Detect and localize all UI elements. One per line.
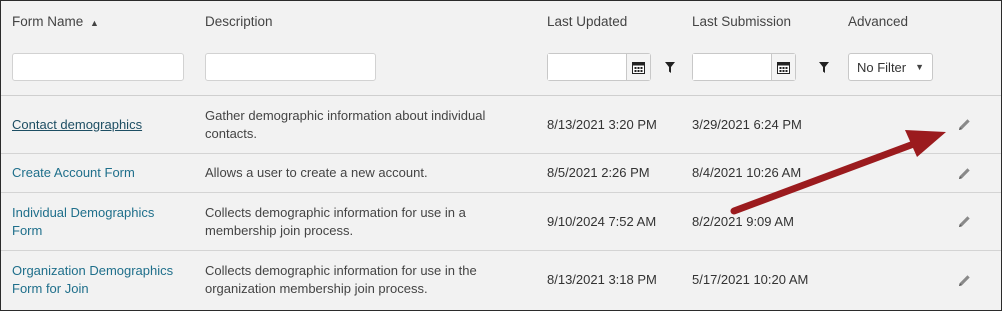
form-name-link-line-2[interactable]: Form for Join (12, 280, 89, 298)
chevron-down-icon: ▼ (915, 62, 924, 72)
last-submission-cell: 3/29/2021 6:24 PM (692, 116, 802, 132)
last-submission-funnel-icon[interactable] (807, 53, 841, 81)
column-header-last-updated[interactable]: Last Updated (547, 14, 627, 29)
form-name-link[interactable]: Create Account Form (12, 164, 135, 182)
description-cell: Allows a user to create a new account. (205, 165, 428, 180)
column-header-advanced: Advanced (848, 14, 909, 29)
form-name-cell: Contact demographics (12, 96, 142, 153)
description-cell: Collects demographic information for use… (205, 251, 477, 309)
pencil-icon[interactable] (958, 96, 971, 153)
last-submission-cell: 8/2/2021 9:09 AM (692, 213, 794, 229)
column-header-description[interactable]: Description (205, 14, 273, 29)
description-line-2: membership join process. (205, 222, 354, 238)
form-name-cell: Organization Demographics Form for Join (12, 251, 173, 309)
description-cell: Collects demographic information for use… (205, 193, 466, 250)
table-header: Form Name ▲ Description Last Updated Las… (1, 1, 1001, 43)
last-updated-cell: 8/13/2021 3:20 PM (547, 116, 657, 132)
last-updated-date-picker (547, 53, 651, 81)
description-line-2: organization membership join process. (205, 281, 428, 296)
column-header-form-name[interactable]: Form Name ▲ (12, 14, 99, 29)
filter-row: No Filter ▼ (1, 43, 1001, 96)
form-name-cell: Create Account Form (12, 154, 135, 192)
last-submission-date-picker (692, 53, 796, 81)
form-name-filter-input[interactable] (12, 53, 184, 81)
pencil-icon[interactable] (958, 193, 971, 250)
form-name-link-line-2[interactable]: Form (12, 222, 42, 240)
pencil-icon[interactable] (958, 251, 971, 309)
pencil-icon[interactable] (958, 154, 971, 192)
last-submission-cell: 8/4/2021 10:26 AM (692, 165, 802, 180)
advanced-filter-select[interactable]: No Filter ▼ (848, 53, 933, 81)
description-line-2: contacts. (205, 125, 258, 141)
forms-table: Form Name ▲ Description Last Updated Las… (0, 0, 1002, 311)
advanced-filter-selected-value: No Filter (857, 59, 907, 75)
last-updated-funnel-icon[interactable] (653, 53, 687, 81)
calendar-icon[interactable] (772, 54, 795, 80)
description-filter-input[interactable] (205, 53, 376, 81)
column-header-last-submission[interactable]: Last Submission (692, 14, 791, 29)
form-name-cell: Individual Demographics Form (12, 193, 154, 250)
description-cell: Gather demographic information about ind… (205, 96, 485, 153)
last-updated-cell: 9/10/2024 7:52 AM (547, 213, 657, 229)
last-updated-cell: 8/13/2021 3:18 PM (547, 272, 657, 287)
table-row: Contact demographics Gather demographic … (1, 96, 1001, 154)
last-updated-cell: 8/5/2021 2:26 PM (547, 165, 650, 180)
description-line-1: Collects demographic information for use… (205, 204, 466, 220)
last-submission-date-input[interactable] (693, 54, 772, 80)
form-name-link-line-1[interactable]: Individual Demographics (12, 204, 154, 222)
table-row: Organization Demographics Form for Join … (1, 251, 1001, 309)
description-line-1: Gather demographic information about ind… (205, 107, 486, 123)
last-submission-cell: 5/17/2021 10:20 AM (692, 272, 809, 287)
table-row: Create Account Form Allows a user to cre… (1, 154, 1001, 193)
column-header-form-name-label: Form Name (12, 14, 84, 29)
last-updated-date-input[interactable] (548, 54, 627, 80)
form-name-link[interactable]: Contact demographics (12, 116, 142, 134)
calendar-icon[interactable] (627, 54, 650, 80)
form-name-link-line-1[interactable]: Organization Demographics (12, 262, 173, 280)
sort-ascending-icon: ▲ (90, 18, 99, 28)
description-line-1: Collects demographic information for use… (205, 263, 477, 278)
table-row: Individual Demographics Form Collects de… (1, 193, 1001, 251)
